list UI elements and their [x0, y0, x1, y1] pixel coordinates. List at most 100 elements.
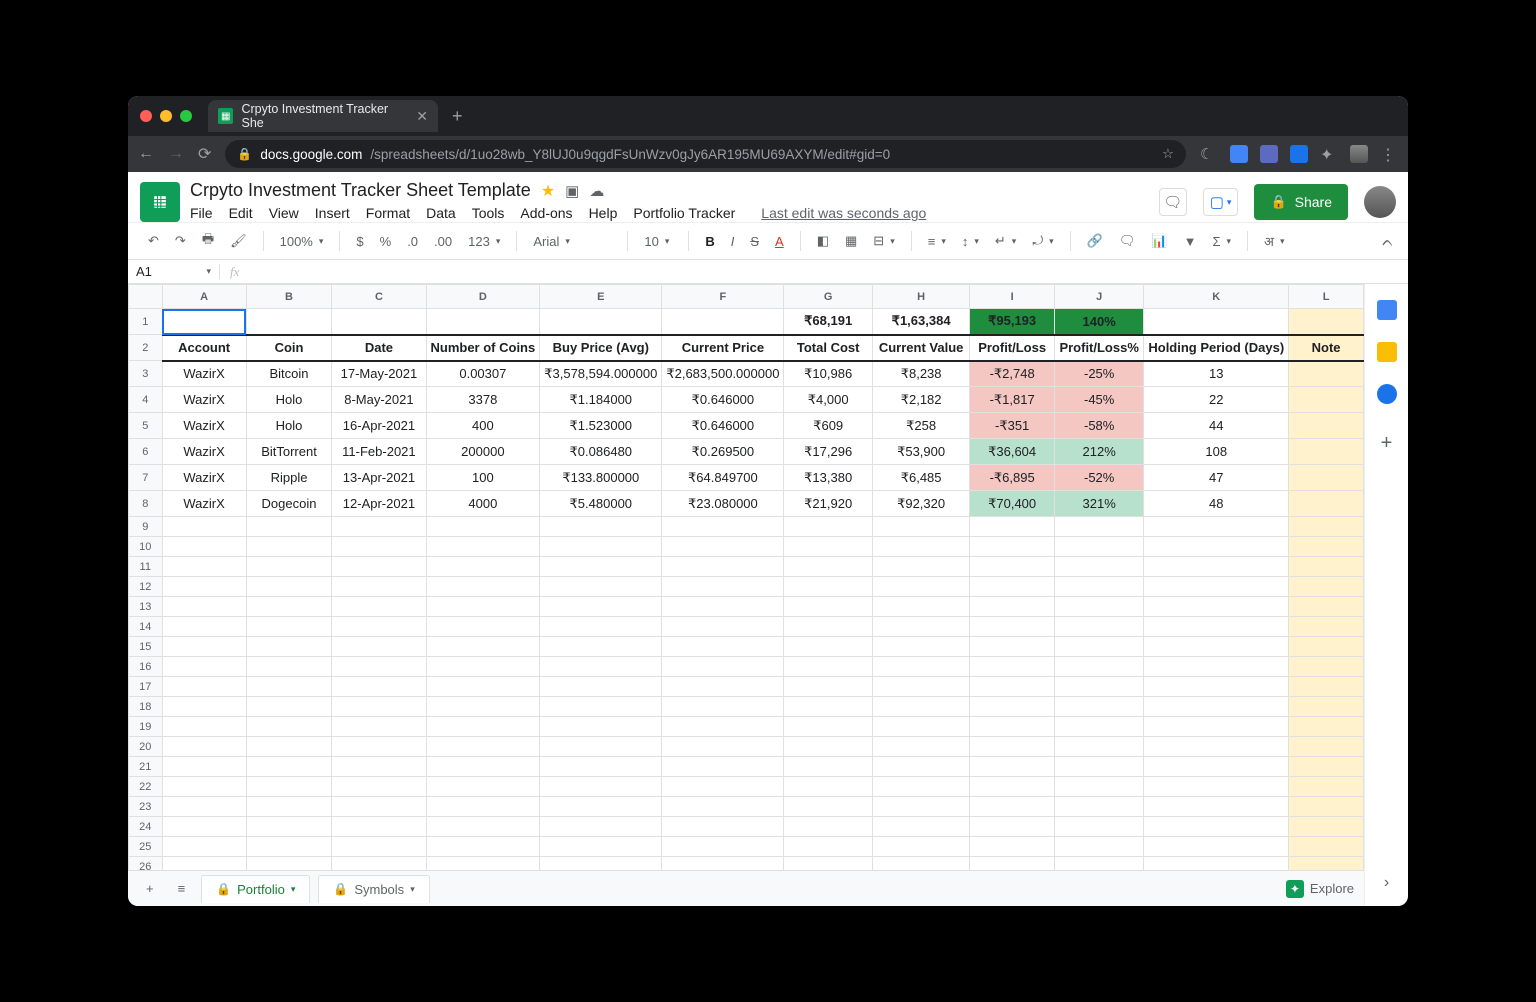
cell[interactable]	[1289, 817, 1364, 837]
cell[interactable]	[784, 817, 872, 837]
all-sheets-button[interactable]: ≡	[170, 877, 194, 900]
col-header-K[interactable]: K	[1144, 285, 1289, 309]
cell[interactable]	[162, 857, 246, 871]
move-folder-icon[interactable]: ▣	[565, 182, 579, 200]
cell[interactable]	[1144, 717, 1289, 737]
cell[interactable]	[1144, 517, 1289, 537]
row-header[interactable]: 8	[129, 491, 163, 517]
cell[interactable]	[540, 517, 662, 537]
summary-current-value[interactable]: ₹1,63,384	[872, 309, 969, 335]
cell-account[interactable]: WazirX	[162, 361, 246, 387]
row-header[interactable]: 3	[129, 361, 163, 387]
cell[interactable]	[1289, 837, 1364, 857]
cell[interactable]	[540, 537, 662, 557]
menu-file[interactable]: File	[190, 205, 213, 221]
cell[interactable]	[246, 577, 332, 597]
rotate-button[interactable]: ⤾	[1026, 229, 1059, 253]
last-edit-label[interactable]: Last edit was seconds ago	[761, 205, 926, 221]
cell[interactable]	[332, 777, 426, 797]
close-window-btn[interactable]	[140, 110, 152, 122]
cell[interactable]	[970, 577, 1055, 597]
cell-total-cost[interactable]: ₹13,380	[784, 465, 872, 491]
cell[interactable]	[332, 857, 426, 871]
cell-buy-price[interactable]: ₹133.800000	[540, 465, 662, 491]
header-account[interactable]: Account	[162, 335, 246, 361]
cell-total-cost[interactable]: ₹4,000	[784, 387, 872, 413]
cell[interactable]	[1054, 797, 1143, 817]
cell[interactable]	[662, 697, 784, 717]
cell[interactable]	[1054, 857, 1143, 871]
cell[interactable]	[162, 577, 246, 597]
header-profit-loss[interactable]: Profit/Loss	[970, 335, 1055, 361]
cell[interactable]	[426, 837, 540, 857]
cell[interactable]	[426, 757, 540, 777]
cell[interactable]	[426, 617, 540, 637]
cell[interactable]	[426, 737, 540, 757]
cell[interactable]	[872, 737, 969, 757]
cell-date[interactable]: 8-May-2021	[332, 387, 426, 413]
cell-coin[interactable]: Holo	[246, 387, 332, 413]
cell[interactable]	[332, 617, 426, 637]
cell[interactable]	[1289, 657, 1364, 677]
cell[interactable]	[970, 597, 1055, 617]
cell[interactable]	[332, 537, 426, 557]
cell-coin[interactable]: Ripple	[246, 465, 332, 491]
menu-portfolio-tracker[interactable]: Portfolio Tracker	[633, 205, 735, 221]
cell[interactable]	[784, 697, 872, 717]
cell[interactable]	[540, 637, 662, 657]
cell-account[interactable]: WazirX	[162, 491, 246, 517]
cell[interactable]	[332, 517, 426, 537]
cell[interactable]	[246, 597, 332, 617]
cell[interactable]	[872, 617, 969, 637]
cell-current-price[interactable]: ₹0.646000	[662, 387, 784, 413]
sheets-logo[interactable]	[140, 182, 180, 222]
cell[interactable]	[970, 517, 1055, 537]
header-current-value[interactable]: Current Value	[872, 335, 969, 361]
row-header[interactable]: 20	[129, 737, 163, 757]
cell-total-cost[interactable]: ₹21,920	[784, 491, 872, 517]
cell-account[interactable]: WazirX	[162, 439, 246, 465]
header-current-price[interactable]: Current Price	[662, 335, 784, 361]
cell-holding-days[interactable]: 13	[1144, 361, 1289, 387]
cell[interactable]	[162, 737, 246, 757]
row-header[interactable]: 9	[129, 517, 163, 537]
cell[interactable]	[662, 797, 784, 817]
cell-num-coins[interactable]: 100	[426, 465, 540, 491]
cell[interactable]	[872, 517, 969, 537]
select-all-corner[interactable]	[129, 285, 163, 309]
present-button[interactable]: ▢▾	[1203, 188, 1239, 216]
cell[interactable]	[784, 737, 872, 757]
cell[interactable]	[784, 717, 872, 737]
cell[interactable]	[540, 597, 662, 617]
cell[interactable]	[426, 797, 540, 817]
cell-coin[interactable]: Dogecoin	[246, 491, 332, 517]
cell-note[interactable]	[1289, 465, 1364, 491]
collapse-toolbar-button[interactable]: ᨈ	[1382, 233, 1394, 250]
cell[interactable]	[784, 537, 872, 557]
strike-button[interactable]: S	[744, 230, 765, 253]
col-header-H[interactable]: H	[872, 285, 969, 309]
font-size-dropdown[interactable]: 10	[638, 230, 678, 253]
cell[interactable]	[872, 577, 969, 597]
halign-button[interactable]: ≡	[922, 230, 952, 253]
cell[interactable]	[1144, 697, 1289, 717]
account-avatar[interactable]	[1364, 186, 1396, 218]
cell[interactable]	[662, 837, 784, 857]
cell[interactable]	[970, 857, 1055, 871]
cell-total-cost[interactable]: ₹10,986	[784, 361, 872, 387]
cell[interactable]	[426, 537, 540, 557]
cell[interactable]	[332, 697, 426, 717]
cell[interactable]	[970, 777, 1055, 797]
cell[interactable]	[1144, 797, 1289, 817]
cell[interactable]	[162, 677, 246, 697]
row-header[interactable]: 14	[129, 617, 163, 637]
cell-total-cost[interactable]: ₹17,296	[784, 439, 872, 465]
cell[interactable]	[662, 677, 784, 697]
header-total-cost[interactable]: Total Cost	[784, 335, 872, 361]
cell[interactable]	[246, 797, 332, 817]
cell[interactable]	[1289, 309, 1364, 335]
cell-buy-price[interactable]: ₹5.480000	[540, 491, 662, 517]
calendar-sidepanel-icon[interactable]	[1377, 300, 1397, 320]
col-header-L[interactable]: L	[1289, 285, 1364, 309]
reload-button[interactable]: ⟳	[198, 144, 211, 164]
